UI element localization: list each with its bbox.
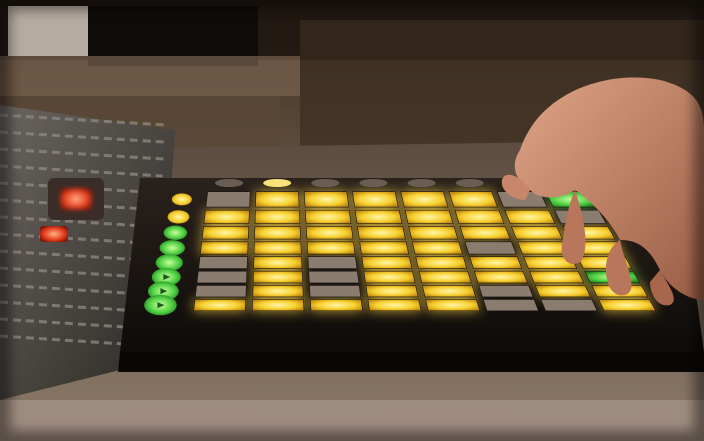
launchpad-pad[interactable] (411, 241, 463, 255)
launchpad-top-button[interactable] (263, 179, 292, 187)
launchpad-pad[interactable] (306, 241, 356, 255)
launchpad-side-button[interactable] (167, 210, 190, 224)
launchpad-pad[interactable] (309, 285, 362, 298)
launchpad-pad[interactable] (473, 270, 528, 284)
launchpad-pad[interactable] (504, 209, 556, 224)
launchpad-pad[interactable] (203, 209, 250, 224)
launchpad-pad[interactable] (305, 226, 354, 240)
launchpad-pad[interactable] (529, 270, 585, 284)
launchpad-pad[interactable] (198, 256, 248, 269)
launchpad-pad[interactable] (200, 241, 249, 255)
launchpad-pad[interactable] (252, 270, 303, 284)
launchpad-pad[interactable] (194, 285, 247, 298)
launchpad-pad[interactable] (425, 299, 481, 312)
launchpad-pad[interactable] (352, 191, 399, 208)
desk-shelf (0, 56, 300, 96)
launchpad-pad[interactable] (534, 285, 591, 298)
launchpad-pad[interactable] (598, 299, 657, 312)
launchpad-pad[interactable] (454, 209, 505, 224)
launchpad-pad[interactable] (540, 299, 598, 312)
launchpad-pad[interactable] (510, 226, 564, 240)
launchpad-pad[interactable] (205, 191, 251, 208)
launchpad-side-button[interactable] (159, 240, 185, 256)
launchpad-pad[interactable] (469, 256, 523, 269)
launchpad-front-edge (118, 352, 704, 372)
launchpad-side-button[interactable] (171, 193, 192, 206)
photo-scene (0, 0, 704, 441)
launchpad-side-button[interactable] (163, 225, 188, 240)
launchpad-pad[interactable] (367, 299, 422, 312)
launchpad-pad[interactable] (404, 209, 454, 224)
launchpad-pad[interactable] (307, 256, 358, 269)
launchpad-pad[interactable] (254, 226, 301, 240)
mixer-red-led-small (40, 226, 68, 242)
launchpad-pad[interactable] (354, 209, 403, 224)
launchpad-pad[interactable] (303, 191, 350, 208)
launchpad-pad[interactable] (252, 299, 305, 312)
launchpad-pad[interactable] (478, 285, 534, 298)
monitor-edge (8, 6, 88, 56)
launchpad-pad[interactable] (359, 241, 410, 255)
launchpad-pad[interactable] (304, 209, 352, 224)
launchpad-pad[interactable] (448, 191, 499, 208)
launchpad-pad[interactable] (252, 285, 304, 298)
launchpad-pad[interactable] (482, 299, 539, 312)
launchpad-pad[interactable] (415, 256, 468, 269)
launchpad-pad[interactable] (201, 226, 250, 240)
launchpad-pad[interactable] (309, 299, 363, 312)
launchpad-pad[interactable] (253, 241, 302, 255)
launchpad-pad[interactable] (196, 270, 248, 284)
launchpad-pad[interactable] (363, 270, 416, 284)
scene-illustration (0, 0, 704, 441)
launchpad-pad[interactable] (193, 299, 247, 312)
launchpad-pad[interactable] (400, 191, 449, 208)
launchpad-top-button[interactable] (359, 179, 388, 187)
launchpad-pad[interactable] (422, 285, 476, 298)
launchpad-pad[interactable] (365, 285, 419, 298)
launchpad-pad[interactable] (418, 270, 472, 284)
launchpad-top-button[interactable] (455, 179, 484, 187)
launchpad-pad[interactable] (308, 270, 360, 284)
launchpad-pad[interactable] (408, 226, 459, 240)
launchpad-pad[interactable] (253, 256, 303, 269)
launchpad-top-button[interactable] (311, 179, 340, 187)
launchpad-pad[interactable] (361, 256, 413, 269)
launchpad-pad[interactable] (459, 226, 511, 240)
launchpad-pad[interactable] (357, 226, 406, 240)
launchpad-pad[interactable] (254, 209, 301, 224)
launchpad-pad[interactable] (255, 191, 300, 208)
launchpad-top-button[interactable] (215, 179, 244, 187)
launchpad-top-button[interactable] (407, 179, 436, 187)
launchpad-pad[interactable] (464, 241, 517, 255)
mixer-red-led (60, 188, 92, 210)
